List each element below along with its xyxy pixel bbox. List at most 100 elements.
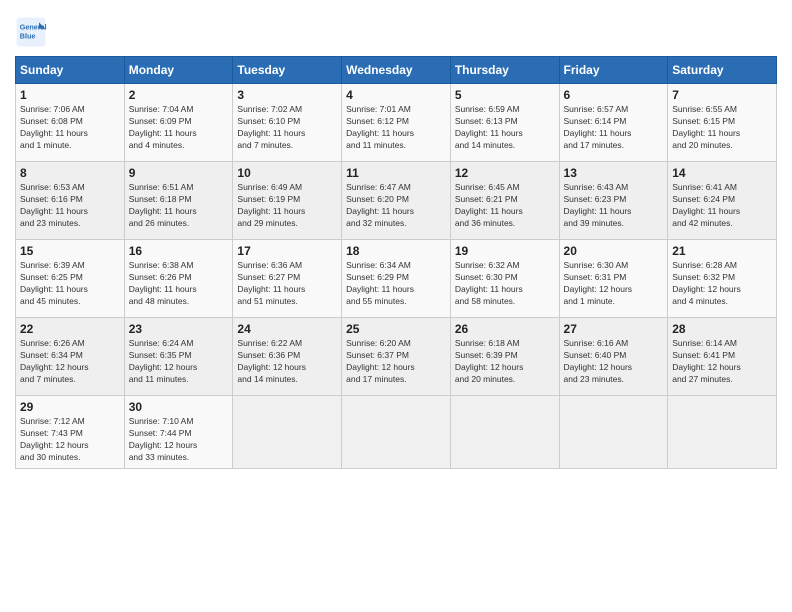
weekday-header-row: SundayMondayTuesdayWednesdayThursdayFrid…	[16, 57, 777, 84]
calendar-cell: 2Sunrise: 7:04 AM Sunset: 6:09 PM Daylig…	[124, 84, 233, 162]
day-info: Sunrise: 6:45 AM Sunset: 6:21 PM Dayligh…	[455, 182, 555, 230]
day-number: 30	[129, 400, 229, 414]
day-number: 26	[455, 322, 555, 336]
day-info: Sunrise: 6:55 AM Sunset: 6:15 PM Dayligh…	[672, 104, 772, 152]
day-number: 5	[455, 88, 555, 102]
day-number: 15	[20, 244, 120, 258]
weekday-header-tuesday: Tuesday	[233, 57, 342, 84]
day-number: 18	[346, 244, 446, 258]
logo: General Blue	[15, 16, 51, 48]
day-info: Sunrise: 6:32 AM Sunset: 6:30 PM Dayligh…	[455, 260, 555, 308]
day-info: Sunrise: 6:49 AM Sunset: 6:19 PM Dayligh…	[237, 182, 337, 230]
calendar-cell: 15 Sunrise: 6:39 AM Sunset: 6:25 PM Dayli…	[16, 240, 125, 318]
day-number: 27	[564, 322, 664, 336]
calendar-cell: 11 Sunrise: 6:47 AM Sunset: 6:20 PM Dayli…	[342, 162, 451, 240]
logo-icon: General Blue	[15, 16, 47, 48]
calendar-cell: 10 Sunrise: 6:49 AM Sunset: 6:19 PM Dayli…	[233, 162, 342, 240]
page-header: General Blue	[15, 10, 777, 48]
calendar-cell: 25 Sunrise: 6:20 AM Sunset: 6:37 PM Dayli…	[342, 318, 451, 396]
day-info: Sunrise: 6:36 AM Sunset: 6:27 PM Dayligh…	[237, 260, 337, 308]
day-info: Sunrise: 6:22 AM Sunset: 6:36 PM Dayligh…	[237, 338, 337, 386]
calendar-cell	[668, 396, 777, 469]
day-number: 14	[672, 166, 772, 180]
day-info: Sunrise: 6:24 AM Sunset: 6:35 PM Dayligh…	[129, 338, 229, 386]
calendar-cell: 28 Sunrise: 6:14 AM Sunset: 6:41 PM Dayli…	[668, 318, 777, 396]
day-info: Sunrise: 6:51 AM Sunset: 6:18 PM Dayligh…	[129, 182, 229, 230]
day-info: Sunrise: 6:18 AM Sunset: 6:39 PM Dayligh…	[455, 338, 555, 386]
calendar-cell: 29 Sunrise: 7:12 AM Sunset: 7:43 PM Dayli…	[16, 396, 125, 469]
day-info: Sunrise: 6:39 AM Sunset: 6:25 PM Dayligh…	[20, 260, 120, 308]
calendar-cell: 4 Sunrise: 7:01 AM Sunset: 6:12 PM Daylig…	[342, 84, 451, 162]
calendar-cell: 8 Sunrise: 6:53 AM Sunset: 6:16 PM Daylig…	[16, 162, 125, 240]
calendar-cell: 16Sunrise: 6:38 AM Sunset: 6:26 PM Dayli…	[124, 240, 233, 318]
calendar-cell: 17 Sunrise: 6:36 AM Sunset: 6:27 PM Dayli…	[233, 240, 342, 318]
calendar-cell: 30 Sunrise: 7:10 AM Sunset: 7:44 PM Dayli…	[124, 396, 233, 469]
day-number: 20	[564, 244, 664, 258]
calendar-cell: 27 Sunrise: 6:16 AM Sunset: 6:40 PM Dayli…	[559, 318, 668, 396]
day-number: 23	[129, 322, 229, 336]
day-number: 4	[346, 88, 446, 102]
day-number: 12	[455, 166, 555, 180]
day-info: Sunrise: 6:16 AM Sunset: 6:40 PM Dayligh…	[564, 338, 664, 386]
calendar-cell: 5Sunrise: 6:59 AM Sunset: 6:13 PM Daylig…	[450, 84, 559, 162]
calendar-cell: 14 Sunrise: 6:41 AM Sunset: 6:24 PM Dayli…	[668, 162, 777, 240]
day-info: Sunrise: 7:04 AM Sunset: 6:09 PM Dayligh…	[129, 104, 229, 152]
calendar-cell: 6 Sunrise: 6:57 AM Sunset: 6:14 PM Daylig…	[559, 84, 668, 162]
day-number: 11	[346, 166, 446, 180]
day-info: Sunrise: 7:06 AM Sunset: 6:08 PM Dayligh…	[20, 104, 120, 152]
day-number: 29	[20, 400, 120, 414]
day-number: 19	[455, 244, 555, 258]
calendar-cell: 22Sunrise: 6:26 AM Sunset: 6:34 PM Dayli…	[16, 318, 125, 396]
day-info: Sunrise: 6:53 AM Sunset: 6:16 PM Dayligh…	[20, 182, 120, 230]
day-info: Sunrise: 6:57 AM Sunset: 6:14 PM Dayligh…	[564, 104, 664, 152]
day-number: 1	[20, 88, 120, 102]
calendar-cell	[342, 396, 451, 469]
day-number: 6	[564, 88, 664, 102]
day-number: 9	[129, 166, 229, 180]
day-number: 28	[672, 322, 772, 336]
calendar-cell: 1 Sunrise: 7:06 AM Sunset: 6:08 PM Daylig…	[16, 84, 125, 162]
day-info: Sunrise: 7:02 AM Sunset: 6:10 PM Dayligh…	[237, 104, 337, 152]
calendar-cell: 9 Sunrise: 6:51 AM Sunset: 6:18 PM Daylig…	[124, 162, 233, 240]
weekday-header-friday: Friday	[559, 57, 668, 84]
day-number: 17	[237, 244, 337, 258]
weekday-header-thursday: Thursday	[450, 57, 559, 84]
day-info: Sunrise: 6:34 AM Sunset: 6:29 PM Dayligh…	[346, 260, 446, 308]
day-info: Sunrise: 6:30 AM Sunset: 6:31 PM Dayligh…	[564, 260, 664, 308]
svg-text:Blue: Blue	[20, 31, 36, 40]
day-info: Sunrise: 7:01 AM Sunset: 6:12 PM Dayligh…	[346, 104, 446, 152]
calendar-cell: 12 Sunrise: 6:45 AM Sunset: 6:21 PM Dayli…	[450, 162, 559, 240]
calendar-cell	[450, 396, 559, 469]
day-number: 22	[20, 322, 120, 336]
calendar-cell: 19 Sunrise: 6:32 AM Sunset: 6:30 PM Dayli…	[450, 240, 559, 318]
day-info: Sunrise: 6:43 AM Sunset: 6:23 PM Dayligh…	[564, 182, 664, 230]
weekday-header-sunday: Sunday	[16, 57, 125, 84]
day-number: 21	[672, 244, 772, 258]
day-info: Sunrise: 6:28 AM Sunset: 6:32 PM Dayligh…	[672, 260, 772, 308]
day-info: Sunrise: 6:20 AM Sunset: 6:37 PM Dayligh…	[346, 338, 446, 386]
day-info: Sunrise: 6:38 AM Sunset: 6:26 PM Dayligh…	[129, 260, 229, 308]
day-info: Sunrise: 6:14 AM Sunset: 6:41 PM Dayligh…	[672, 338, 772, 386]
calendar-cell: 23 Sunrise: 6:24 AM Sunset: 6:35 PM Dayli…	[124, 318, 233, 396]
calendar-cell: 20 Sunrise: 6:30 AM Sunset: 6:31 PM Dayli…	[559, 240, 668, 318]
day-number: 8	[20, 166, 120, 180]
calendar-cell: 21 Sunrise: 6:28 AM Sunset: 6:32 PM Dayli…	[668, 240, 777, 318]
day-info: Sunrise: 7:12 AM Sunset: 7:43 PM Dayligh…	[20, 416, 120, 464]
day-number: 3	[237, 88, 337, 102]
calendar-cell: 7 Sunrise: 6:55 AM Sunset: 6:15 PM Daylig…	[668, 84, 777, 162]
day-info: Sunrise: 6:41 AM Sunset: 6:24 PM Dayligh…	[672, 182, 772, 230]
weekday-header-monday: Monday	[124, 57, 233, 84]
calendar-table: SundayMondayTuesdayWednesdayThursdayFrid…	[15, 56, 777, 469]
day-info: Sunrise: 6:47 AM Sunset: 6:20 PM Dayligh…	[346, 182, 446, 230]
calendar-cell: 3 Sunrise: 7:02 AM Sunset: 6:10 PM Daylig…	[233, 84, 342, 162]
day-number: 10	[237, 166, 337, 180]
day-number: 7	[672, 88, 772, 102]
calendar-cell: 24 Sunrise: 6:22 AM Sunset: 6:36 PM Dayli…	[233, 318, 342, 396]
weekday-header-saturday: Saturday	[668, 57, 777, 84]
day-info: Sunrise: 7:10 AM Sunset: 7:44 PM Dayligh…	[129, 416, 229, 464]
weekday-header-wednesday: Wednesday	[342, 57, 451, 84]
calendar-cell	[559, 396, 668, 469]
day-number: 25	[346, 322, 446, 336]
day-number: 24	[237, 322, 337, 336]
calendar-cell: 26 Sunrise: 6:18 AM Sunset: 6:39 PM Dayli…	[450, 318, 559, 396]
